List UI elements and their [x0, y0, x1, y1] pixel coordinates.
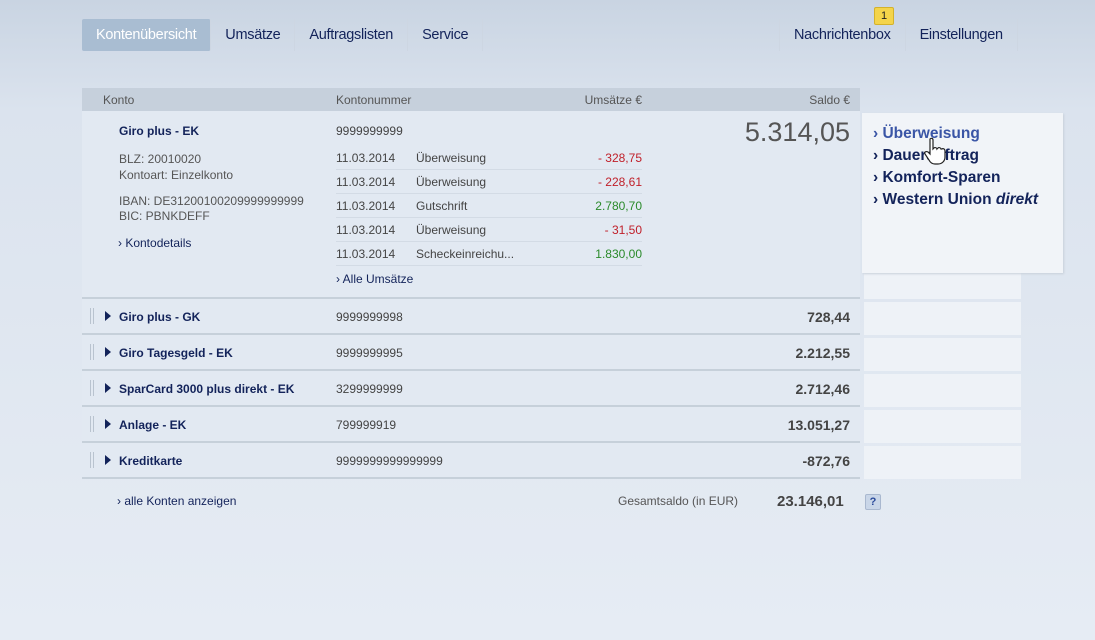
expand-arrow-icon[interactable] [105, 383, 111, 393]
account-name[interactable]: SparCard 3000 plus direkt - EK [119, 382, 294, 396]
transaction-type: Scheckeinreichu... [416, 247, 515, 261]
header-konto: Konto [103, 93, 135, 107]
menu-western-union[interactable]: › Western Union direkt [873, 189, 1063, 211]
account-name[interactable]: Giro Tagesgeld - EK [119, 346, 233, 360]
kontodetails-link[interactable]: › Kontodetails [118, 236, 191, 250]
account-saldo: 5.314,05 [744, 117, 850, 147]
action-cell [864, 302, 1021, 335]
transaction-date: 11.03.2014 [336, 175, 396, 189]
drag-handle[interactable] [90, 308, 94, 324]
transaction-row[interactable]: 11.03.2014 Überweisung - 228,61 [336, 170, 642, 194]
total-label: Gesamtsaldo (in EUR) [618, 494, 739, 508]
account-saldo: 13.051,27 [787, 417, 850, 433]
message-count-badge: 1 [874, 7, 894, 25]
drag-handle[interactable] [90, 452, 94, 468]
account-number: 9999999999 [336, 124, 403, 138]
expand-arrow-icon[interactable] [105, 311, 111, 321]
transaction-row[interactable]: 11.03.2014 Scheckeinreichu... 1.830,00 [336, 242, 642, 266]
account-number: 9999999998 [336, 310, 403, 324]
account-name[interactable]: Kreditkarte [119, 454, 182, 468]
alle-umsaetze-link[interactable]: › Alle Umsätze [336, 272, 413, 286]
account-row[interactable]: Anlage - EK 799999919 13.051,27 [82, 407, 860, 443]
action-cell [864, 446, 1021, 479]
tab-kontenuebersicht[interactable]: Kontenübersicht [82, 19, 212, 51]
header-umsaetze: Umsätze € [584, 93, 642, 107]
blz: BLZ: 20010020 [119, 152, 202, 166]
account-name[interactable]: Giro plus - EK [119, 124, 199, 138]
account-saldo: 2.712,46 [795, 381, 851, 397]
secondary-nav: Nachrichtenbox Einstellungen [779, 19, 1018, 51]
menu-western-union-em: direkt [995, 191, 1039, 208]
menu-dauerauftrag[interactable]: › Dauerauftrag [873, 145, 1063, 167]
menu-western-union-label: › Western Union [873, 191, 996, 208]
account-number: 799999919 [336, 418, 397, 432]
quick-actions-menu: › Überweisung › Dauerauftrag › Komfort-S… [862, 113, 1063, 273]
tab-umsaetze[interactable]: Umsätze [211, 19, 296, 51]
account-row[interactable]: SparCard 3000 plus direkt - EK 3299999999… [82, 371, 860, 407]
account-saldo: -872,76 [802, 453, 850, 469]
account-name[interactable]: Anlage - EK [119, 418, 186, 432]
total-saldo: 23.146,01 [777, 493, 844, 510]
drag-handle[interactable] [90, 416, 94, 432]
bic: BIC: PBNKDEFF [119, 209, 210, 223]
kontoart: Kontoart: Einzelkonto [119, 168, 234, 182]
account-row[interactable]: Giro plus - GK 9999999998 728,44 [82, 299, 860, 335]
tab-service[interactable]: Service [408, 19, 484, 51]
transaction-amount: 2.780,70 [595, 199, 642, 213]
header-kontonummer: Kontonummer [336, 93, 412, 107]
tab-auftragslisten[interactable]: Auftragslisten [295, 19, 409, 51]
alle-konten-link[interactable]: › alle Konten anzeigen [117, 494, 236, 508]
transaction-row[interactable]: 11.03.2014 Überweisung - 328,75 [336, 146, 642, 170]
hand-cursor-icon [924, 137, 946, 165]
menu-ueberweisung[interactable]: › Überweisung [873, 123, 1063, 145]
tab-einstellungen[interactable]: Einstellungen [906, 19, 1018, 51]
transaction-date: 11.03.2014 [336, 247, 396, 261]
iban: IBAN: DE31200100209999999999 [119, 194, 304, 208]
action-cell [864, 374, 1021, 407]
account-saldo: 2.212,55 [795, 345, 851, 361]
table-header: Konto Kontonummer Umsätze € Saldo € [82, 88, 860, 111]
transaction-date: 11.03.2014 [336, 223, 396, 237]
transaction-type: Überweisung [416, 223, 487, 237]
action-cell [864, 338, 1021, 371]
header-saldo: Saldo € [809, 93, 850, 107]
transaction-amount: - 228,61 [597, 175, 642, 189]
account-number: 9999999995 [336, 346, 403, 360]
transaction-type: Überweisung [416, 151, 487, 165]
transaction-date: 11.03.2014 [336, 151, 396, 165]
account-saldo: 728,44 [807, 309, 850, 325]
account-number: 3299999999 [336, 382, 403, 396]
menu-komfort-sparen[interactable]: › Komfort-Sparen [873, 167, 1063, 189]
transaction-type: Überweisung [416, 175, 487, 189]
account-row[interactable]: Giro Tagesgeld - EK 9999999995 2.212,55 [82, 335, 860, 371]
transaction-row[interactable]: 11.03.2014 Gutschrift 2.780,70 [336, 194, 642, 218]
transaction-amount: 1.830,00 [595, 247, 642, 261]
expand-arrow-icon[interactable] [105, 455, 111, 465]
transaction-date: 11.03.2014 [336, 199, 396, 213]
expand-arrow-icon[interactable] [105, 419, 111, 429]
drag-handle[interactable] [90, 380, 94, 396]
account-row[interactable]: Kreditkarte 9999999999999999 -872,76 [82, 443, 860, 479]
expand-arrow-icon[interactable] [105, 347, 111, 357]
account-name[interactable]: Giro plus - GK [119, 310, 200, 324]
transaction-row[interactable]: 11.03.2014 Überweisung - 31,50 [336, 218, 642, 242]
help-button[interactable]: ? [865, 494, 881, 510]
transaction-amount: - 31,50 [604, 223, 642, 237]
action-cell [864, 410, 1021, 443]
drag-handle[interactable] [90, 344, 94, 360]
account-number: 9999999999999999 [336, 454, 443, 468]
transaction-type: Gutschrift [416, 199, 468, 213]
main-nav: Kontenübersicht Umsätze Auftragslisten S… [82, 19, 484, 51]
transaction-amount: - 328,75 [597, 151, 642, 165]
accounts-table: Konto Kontonummer Umsätze € Saldo € Giro… [82, 88, 860, 479]
expanded-account-row: Giro plus - EK 9999999999 5.314,05 BLZ: … [82, 111, 860, 299]
